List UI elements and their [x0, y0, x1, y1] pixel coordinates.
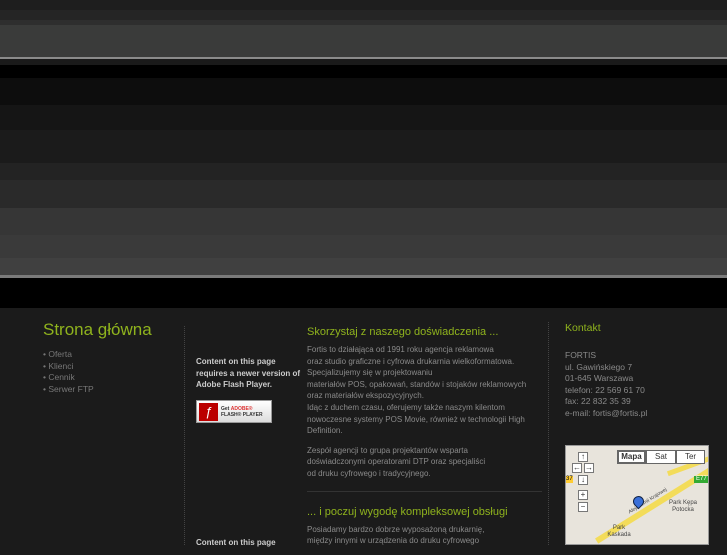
pan-down-icon[interactable]: ↓ [578, 475, 588, 485]
heading-experience: Skorzystaj z naszego doświadczenia ... [307, 326, 499, 338]
map-tab-sat[interactable]: Sat [646, 450, 676, 464]
phone: telefon: 22 569 61 70 [565, 384, 645, 395]
pan-up-icon[interactable]: ↑ [578, 452, 588, 462]
separator [307, 490, 542, 492]
contact-section: Kontakt FORTIS ul. Gawińskiego 7 01-645 … [565, 322, 647, 420]
player-label: FLASH® PLAYER [221, 411, 263, 418]
contact-title: Kontakt [565, 322, 601, 334]
email-link[interactable]: e-mail: fortis@fortis.pl [565, 408, 647, 420]
pan-left-icon[interactable]: ← [572, 463, 582, 473]
park-label: Park Kępa Potocka [668, 500, 698, 513]
map-tab-ter[interactable]: Ter [676, 450, 705, 464]
pan-right-icon[interactable]: → [584, 463, 594, 473]
nav-item-klienci[interactable]: • Klienci [43, 361, 94, 373]
flash-message-2: Content on this page [196, 538, 276, 547]
nav-item-cennik[interactable]: • Cennik [43, 372, 94, 384]
route-badge: 37 [566, 476, 573, 483]
zoom-out-icon[interactable]: − [578, 502, 588, 512]
flash-logo-icon: ƒ [199, 402, 218, 421]
intro-paragraph: Fortis to działająca od 1991 roku agencj… [307, 345, 527, 436]
route-badge: E77 [694, 476, 708, 483]
divider [184, 326, 185, 545]
heading-service: ... i poczuj wygodę kompleksowej obsługi [307, 505, 508, 518]
flash-message: Content on this page requires a newer ve… [196, 357, 301, 389]
header-banner [0, 0, 727, 308]
google-map[interactable]: Aleja Armii Krajowej Park Kępa Potocka P… [565, 445, 709, 545]
nav-item-serwer-ftp[interactable]: • Serwer FTP [43, 384, 94, 396]
company-name: FORTIS [565, 350, 597, 360]
service-paragraph: Posiadamy bardzo dobrze wyposażoną druka… [307, 524, 485, 546]
street: ul. Gawińskiego 7 [565, 361, 633, 372]
team-paragraph: Zespół agencji to grupa projektantów wsp… [307, 445, 486, 478]
park-label: Park Kaskada [607, 525, 631, 538]
divider [548, 322, 549, 545]
page-title: Strona główna [43, 320, 152, 339]
zoom-in-icon[interactable]: + [578, 490, 588, 500]
fax: fax: 22 832 35 39 [565, 396, 631, 407]
get-flash-player-button[interactable]: ƒ Get ADOBE® FLASH® PLAYER [196, 400, 272, 423]
map-tab-mapa[interactable]: Mapa [617, 450, 646, 464]
nav-item-oferta[interactable]: • Oferta [43, 349, 94, 361]
sidebar-nav: • Oferta • Klienci • Cennik • Serwer FTP [43, 349, 94, 395]
main-content: Skorzystaj z naszego doświadczenia ... F… [307, 326, 542, 555]
city: 01-645 Warszawa [565, 373, 634, 384]
